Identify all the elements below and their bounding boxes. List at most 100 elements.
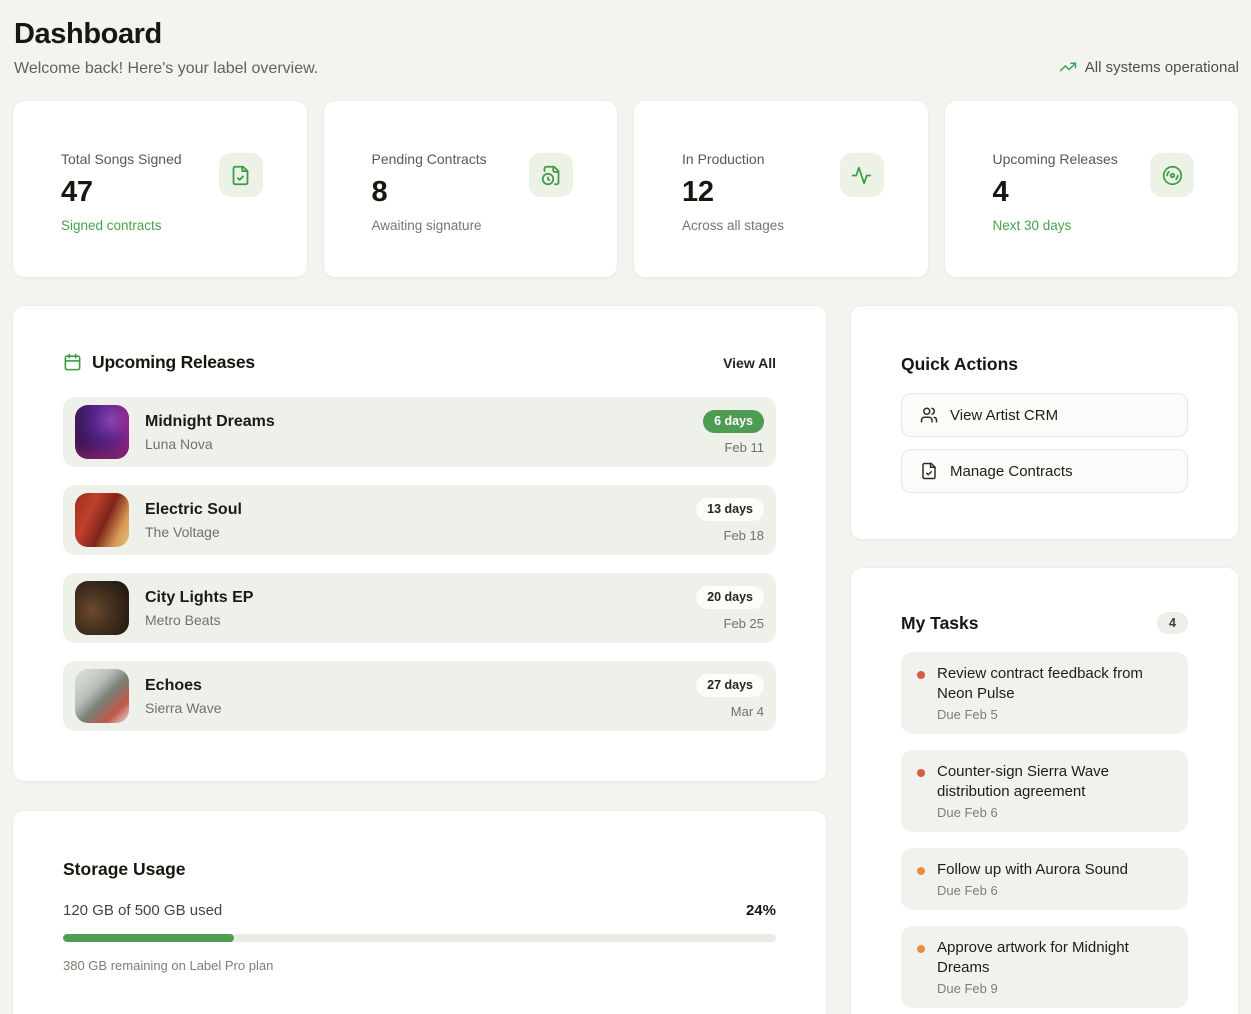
- task-text: Counter-sign Sierra Wave distribution ag…: [937, 762, 1172, 802]
- release-artwork: [75, 493, 129, 547]
- release-artwork: [75, 405, 129, 459]
- storage-usage-text: 120 GB of 500 GB used: [63, 902, 222, 919]
- release-title: Midnight Dreams: [145, 413, 687, 431]
- releases-title-wrap: Upcoming Releases: [63, 352, 255, 373]
- stat-value: 47: [61, 176, 182, 209]
- release-date: Feb 11: [703, 440, 764, 455]
- stat-content: Upcoming Releases 4 Next 30 days: [993, 151, 1118, 231]
- quick-action-button[interactable]: Manage Contracts: [901, 449, 1188, 493]
- page-header: Dashboard Welcome back! Here's your labe…: [12, 14, 1239, 80]
- stat-icon-tile: [529, 153, 573, 197]
- task-body: Counter-sign Sierra Wave distribution ag…: [937, 762, 1172, 820]
- release-meta: 27 days Mar 4: [696, 674, 764, 719]
- release-info: Electric Soul The Voltage: [145, 501, 680, 540]
- task-priority-dot: [917, 769, 925, 777]
- release-meta: 20 days Feb 25: [696, 586, 764, 631]
- release-meta: 6 days Feb 11: [703, 410, 764, 455]
- task-item[interactable]: Counter-sign Sierra Wave distribution ag…: [901, 750, 1188, 832]
- stat-subtext: Next 30 days: [993, 218, 1118, 233]
- release-title: Echoes: [145, 677, 680, 695]
- release-title: Electric Soul: [145, 501, 680, 519]
- task-body: Approve artwork for Midnight Dreams Due …: [937, 938, 1172, 996]
- page-title: Dashboard: [12, 14, 1239, 54]
- stat-subtext: Across all stages: [682, 218, 784, 233]
- stat-card: Pending Contracts 8 Awaiting signature: [323, 100, 619, 278]
- task-body: Review contract feedback from Neon Pulse…: [937, 664, 1172, 722]
- tasks-list: Review contract feedback from Neon Pulse…: [901, 652, 1188, 1008]
- stat-value: 12: [682, 176, 784, 209]
- stat-content: Pending Contracts 8 Awaiting signature: [372, 151, 487, 231]
- task-due-date: Due Feb 5: [937, 707, 1172, 722]
- disc-icon: [1162, 165, 1183, 186]
- system-status-label: All systems operational: [1085, 59, 1239, 76]
- stat-card: Upcoming Releases 4 Next 30 days: [944, 100, 1240, 278]
- stat-card: In Production 12 Across all stages: [633, 100, 929, 278]
- storage-remaining-text: 380 GB remaining on Label Pro plan: [63, 958, 776, 973]
- task-body: Follow up with Aurora Sound Due Feb 6: [937, 860, 1128, 898]
- trending-up-icon: [1059, 58, 1077, 76]
- quick-actions-title: Quick Actions: [901, 354, 1188, 375]
- task-priority-dot: [917, 867, 925, 875]
- tasks-title: My Tasks: [901, 613, 979, 634]
- system-status: All systems operational: [1059, 58, 1239, 76]
- stat-content: Total Songs Signed 47 Signed contracts: [61, 151, 182, 231]
- stat-content: In Production 12 Across all stages: [682, 151, 784, 231]
- stat-icon-tile: [840, 153, 884, 197]
- release-row[interactable]: Electric Soul The Voltage 13 days Feb 18: [63, 485, 776, 555]
- calendar-icon: [63, 353, 82, 372]
- release-meta: 13 days Feb 18: [696, 498, 764, 543]
- quick-action-label: View Artist CRM: [950, 407, 1058, 424]
- release-days-badge: 27 days: [696, 674, 764, 697]
- release-row[interactable]: Echoes Sierra Wave 27 days Mar 4: [63, 661, 776, 731]
- file-clock-icon: [541, 165, 562, 186]
- release-row[interactable]: City Lights EP Metro Beats 20 days Feb 2…: [63, 573, 776, 643]
- release-date: Mar 4: [696, 704, 764, 719]
- release-artist: Luna Nova: [145, 436, 687, 452]
- storage-progress-fill: [63, 934, 234, 942]
- main-content: Upcoming Releases View All Midnight Drea…: [12, 305, 1239, 1014]
- quick-action-label: Manage Contracts: [950, 463, 1073, 480]
- release-artist: Metro Beats: [145, 612, 680, 628]
- task-due-date: Due Feb 9: [937, 981, 1172, 996]
- stat-label: Total Songs Signed: [61, 151, 182, 167]
- stat-label: Upcoming Releases: [993, 151, 1118, 167]
- task-item[interactable]: Approve artwork for Midnight Dreams Due …: [901, 926, 1188, 1008]
- my-tasks-panel: My Tasks 4 Review contract feedback from…: [850, 567, 1239, 1014]
- release-artist: The Voltage: [145, 524, 680, 540]
- page-subtitle: Welcome back! Here's your label overview…: [12, 58, 1239, 80]
- storage-row: 120 GB of 500 GB used 24%: [63, 902, 776, 919]
- stat-value: 4: [993, 176, 1118, 209]
- release-row[interactable]: Midnight Dreams Luna Nova 6 days Feb 11: [63, 397, 776, 467]
- release-info: Echoes Sierra Wave: [145, 677, 680, 716]
- left-column: Upcoming Releases View All Midnight Drea…: [12, 305, 827, 1014]
- task-text: Approve artwork for Midnight Dreams: [937, 938, 1172, 978]
- task-item[interactable]: Follow up with Aurora Sound Due Feb 6: [901, 848, 1188, 910]
- release-artist: Sierra Wave: [145, 700, 680, 716]
- view-all-link[interactable]: View All: [723, 355, 776, 371]
- tasks-count-badge: 4: [1157, 612, 1188, 634]
- release-date: Feb 25: [696, 616, 764, 631]
- release-days-badge: 6 days: [703, 410, 764, 433]
- task-text: Follow up with Aurora Sound: [937, 860, 1128, 880]
- stat-icon-tile: [1150, 153, 1194, 197]
- task-item[interactable]: Review contract feedback from Neon Pulse…: [901, 652, 1188, 734]
- release-artwork: [75, 669, 129, 723]
- file-check-icon: [230, 165, 251, 186]
- release-info: Midnight Dreams Luna Nova: [145, 413, 687, 452]
- releases-list: Midnight Dreams Luna Nova 6 days Feb 11: [63, 397, 776, 731]
- stat-icon-tile: [219, 153, 263, 197]
- stat-card: Total Songs Signed 47 Signed contracts: [12, 100, 308, 278]
- quick-action-button[interactable]: View Artist CRM: [901, 393, 1188, 437]
- activity-icon: [851, 165, 872, 186]
- storage-percent: 24%: [746, 902, 776, 919]
- stat-value: 8: [372, 176, 487, 209]
- storage-title: Storage Usage: [63, 859, 776, 880]
- release-days-badge: 20 days: [696, 586, 764, 609]
- file-check-icon: [920, 462, 938, 480]
- upcoming-releases-panel: Upcoming Releases View All Midnight Drea…: [12, 305, 827, 782]
- quick-actions-panel: Quick Actions View Artist CRM Manage Con…: [850, 305, 1239, 540]
- release-artwork: [75, 581, 129, 635]
- right-column: Quick Actions View Artist CRM Manage Con…: [850, 305, 1239, 1014]
- task-due-date: Due Feb 6: [937, 883, 1128, 898]
- tasks-header: My Tasks 4: [901, 612, 1188, 634]
